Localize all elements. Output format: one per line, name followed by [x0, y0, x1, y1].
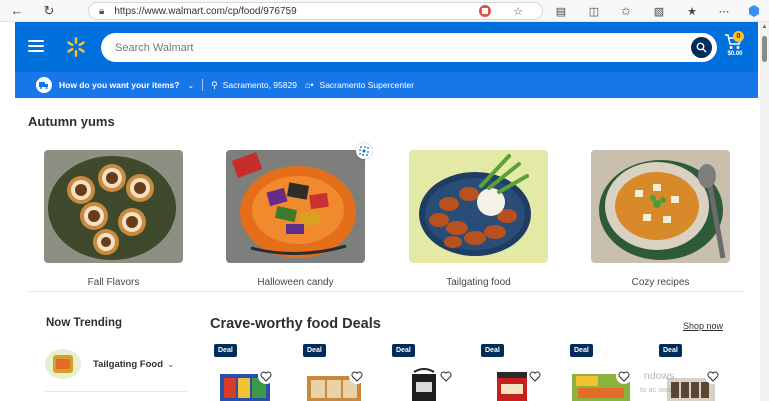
fulfillment-question[interactable]: How do you want your items? [59, 80, 179, 90]
copilot-icon[interactable] [746, 3, 762, 19]
extensions-icon[interactable]: ★ [684, 3, 700, 19]
location-pin-icon: ⚲ [211, 79, 218, 90]
search-bar [101, 33, 717, 62]
watermark-line-1: ndows [644, 370, 675, 382]
walmart-spark-icon[interactable] [65, 36, 87, 58]
category-card-tailgating-food[interactable]: Tailgating food [409, 150, 548, 288]
store-name[interactable]: Sacramento Supercenter [320, 80, 415, 90]
store-icon: ⌂• [304, 80, 314, 90]
category-card-halloween-candy[interactable]: Halloween candy [226, 150, 365, 288]
more-icon[interactable]: ⋯ [716, 3, 732, 19]
extension-icon[interactable] [477, 3, 493, 19]
favorite-heart-icon[interactable] [349, 368, 365, 384]
favorite-heart-icon[interactable] [705, 368, 721, 384]
fulfillment-bar[interactable]: How do you want your items? ⌄ ⚲ Sacramen… [15, 72, 758, 98]
deals-title: Crave-worthy food Deals [210, 316, 381, 332]
deal-badge: Deal [303, 344, 326, 357]
deal-badge: Deal [392, 344, 415, 357]
address-bar[interactable]: 🔒︎ https://www.walmart.com/cp/food/97675… [88, 2, 543, 20]
card-label[interactable]: Cozy recipes [591, 277, 730, 288]
watermark-line-2: to ac ows. [640, 385, 674, 394]
lock-icon[interactable]: 🔒︎ [99, 6, 104, 17]
tailgating-food-image[interactable] [409, 150, 548, 263]
browser-toolbar: ← ↻ 🔒︎ https://www.walmart.com/cp/food/9… [0, 0, 769, 22]
scrollbar-thumb[interactable] [762, 36, 767, 62]
favorite-heart-icon[interactable] [438, 368, 454, 384]
split-screen-icon[interactable]: ▤ [553, 3, 569, 19]
chevron-down-icon[interactable]: ⌄ [187, 81, 194, 90]
card-label[interactable]: Tailgating food [409, 277, 548, 288]
deal-badge: Deal [570, 344, 593, 357]
activation-watermark: ndows to ac ows. [620, 370, 674, 396]
category-card-fall-flavors[interactable]: Fall Flavors [44, 150, 183, 288]
category-card-cozy-recipes[interactable]: Cozy recipes [591, 150, 730, 288]
trending-label[interactable]: Tailgating Food [93, 359, 163, 370]
chevron-down-icon[interactable]: ⌄ [167, 359, 175, 370]
deal-badge: Deal [481, 344, 504, 357]
divider [202, 79, 204, 91]
fall-flavors-image[interactable] [44, 150, 183, 263]
search-icon [696, 42, 707, 53]
card-label[interactable]: Halloween candy [226, 277, 365, 288]
url-text: https://www.walmart.com/cp/food/976759 [114, 5, 297, 17]
menu-icon[interactable] [28, 40, 44, 52]
deal-card[interactable]: Deal [392, 344, 462, 401]
refresh-icon[interactable]: ↻ [40, 2, 58, 20]
trending-item-tailgating-food[interactable]: Tailgating Food ⌄ [45, 348, 187, 380]
shop-now-link[interactable]: Shop now [683, 321, 723, 331]
search-button[interactable] [691, 37, 712, 58]
back-icon[interactable]: ← [8, 2, 26, 20]
scrollbar-track[interactable] [760, 22, 769, 401]
section-title-autumn: Autumn yums [28, 114, 115, 129]
browser-essentials-icon[interactable]: ▧ [651, 3, 667, 19]
deal-card[interactable]: Deal [303, 344, 373, 401]
location-text[interactable]: Sacramento, 95829 [223, 80, 297, 90]
visual-search-icon[interactable] [356, 143, 372, 159]
deal-badge: Deal [659, 344, 682, 357]
trending-title: Now Trending [46, 317, 123, 329]
deal-badge: Deal [214, 344, 237, 357]
cart-total: $0.00 [727, 51, 743, 57]
page-root: ← ↻ 🔒︎ https://www.walmart.com/cp/food/9… [0, 0, 769, 401]
cart-button[interactable]: 0 $0.00 [720, 31, 750, 63]
section-divider [28, 291, 744, 292]
favorite-icon[interactable]: ☆ [510, 3, 526, 19]
cart-count-badge: 0 [733, 31, 744, 42]
deal-card[interactable]: Deal [214, 344, 284, 401]
collections-icon[interactable]: ✩ [618, 3, 634, 19]
card-label[interactable]: Fall Flavors [44, 277, 183, 288]
favorite-heart-icon[interactable] [258, 368, 274, 384]
deal-card[interactable]: Deal [481, 344, 551, 401]
walmart-header: 0 $0.00 [15, 22, 758, 72]
halloween-candy-image[interactable] [226, 150, 365, 263]
cozy-recipes-image[interactable] [591, 150, 730, 263]
search-input[interactable] [115, 33, 675, 62]
favorites-bar-icon[interactable]: ◫ [586, 3, 602, 19]
delivery-truck-icon [36, 77, 52, 93]
favorite-heart-icon[interactable] [527, 368, 543, 384]
trending-divider [45, 391, 187, 392]
scroll-up-arrow-icon[interactable]: ▲ [760, 24, 769, 32]
trending-thumbnail [45, 349, 81, 379]
